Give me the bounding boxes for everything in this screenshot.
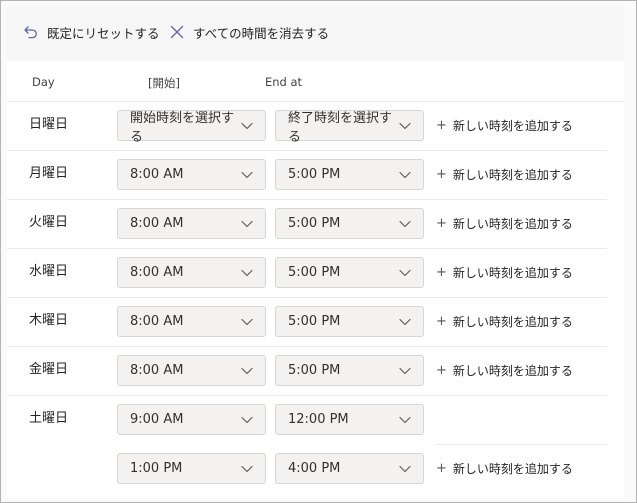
- end-time-dropdown[interactable]: 5:00 PM: [275, 208, 424, 239]
- add-time-button[interactable]: + 新しい時刻を追加する: [436, 311, 573, 331]
- start-time-dropdown[interactable]: 8:00 AM: [117, 355, 266, 386]
- chevron-down-icon: [241, 269, 253, 277]
- end-time-value: 5:00 PM: [288, 216, 341, 231]
- row-separator: [7, 395, 607, 396]
- add-time-button[interactable]: + 新しい時刻を追加する: [436, 164, 573, 184]
- chevron-down-icon: [399, 269, 411, 277]
- row-separator: [7, 101, 624, 102]
- end-time-dropdown[interactable]: 5:00 PM: [275, 257, 424, 288]
- plus-icon: +: [436, 264, 447, 280]
- add-time-button[interactable]: + 新しい時刻を追加する: [436, 458, 573, 478]
- end-time-dropdown[interactable]: 5:00 PM: [275, 355, 424, 386]
- day-column-header: Day: [32, 75, 55, 89]
- schedule-panel: 既定にリセットする すべての時間を消去する Day [開始] End at 日曜…: [0, 0, 637, 503]
- start-time-dropdown[interactable]: 8:00 AM: [117, 257, 266, 288]
- day-label: 月曜日: [29, 166, 69, 181]
- start-time-dropdown[interactable]: 8:00 AM: [117, 208, 266, 239]
- chevron-down-icon: [241, 416, 253, 424]
- plus-icon: +: [436, 313, 447, 329]
- chevron-down-icon: [241, 465, 253, 473]
- undo-icon: [23, 24, 39, 40]
- chevron-down-icon: [399, 416, 411, 424]
- plus-icon: +: [436, 215, 447, 231]
- day-label: 火曜日: [29, 215, 69, 230]
- chevron-down-icon: [241, 220, 253, 228]
- end-time-dropdown[interactable]: 4:00 PM: [275, 453, 424, 484]
- end-time-value: 5:00 PM: [288, 314, 341, 329]
- chevron-down-icon: [399, 220, 411, 228]
- chevron-down-icon: [241, 367, 253, 375]
- reset-button[interactable]: 既定にリセットする: [23, 17, 160, 47]
- start-time-dropdown[interactable]: 8:00 AM: [117, 306, 266, 337]
- add-time-label: 新しい時刻を追加する: [452, 314, 573, 329]
- plus-icon: +: [436, 117, 447, 133]
- plus-icon: +: [436, 460, 447, 476]
- start-time-value: 8:00 AM: [130, 265, 184, 280]
- start-time-value: 開始時刻を選択する: [130, 110, 235, 145]
- end-time-dropdown[interactable]: 12:00 PM: [275, 404, 424, 435]
- row-separator: [7, 150, 607, 151]
- end-column-header: End at: [265, 75, 303, 89]
- start-time-value: 8:00 AM: [130, 216, 184, 231]
- end-time-value: 終了時刻を選択する: [288, 110, 393, 145]
- toolbar: 既定にリセットする すべての時間を消去する: [7, 7, 624, 62]
- chevron-down-icon: [241, 171, 253, 179]
- start-column-header: [開始]: [148, 76, 180, 90]
- row-separator: [7, 297, 607, 298]
- start-time-value: 8:00 AM: [130, 363, 184, 378]
- day-label: 土曜日: [29, 411, 69, 426]
- add-time-label: 新しい時刻を追加する: [452, 461, 573, 476]
- start-time-value: 8:00 AM: [130, 314, 184, 329]
- chevron-down-icon: [399, 367, 411, 375]
- end-time-value: 12:00 PM: [288, 412, 349, 427]
- day-label: 水曜日: [29, 264, 69, 279]
- day-label: 金曜日: [29, 362, 69, 377]
- start-time-value: 1:00 PM: [130, 461, 183, 476]
- end-time-dropdown[interactable]: 5:00 PM: [275, 159, 424, 190]
- chevron-down-icon: [399, 465, 411, 473]
- end-time-dropdown[interactable]: 終了時刻を選択する: [275, 110, 424, 145]
- add-time-button[interactable]: + 新しい時刻を追加する: [436, 213, 573, 233]
- row-separator: [7, 199, 607, 200]
- start-time-dropdown[interactable]: 8:00 AM: [117, 159, 266, 190]
- chevron-down-icon: [399, 171, 411, 179]
- slot-separator: [436, 444, 607, 445]
- plus-icon: +: [436, 362, 447, 378]
- clear-all-button[interactable]: すべての時間を消去する: [169, 17, 329, 47]
- start-time-value: 9:00 AM: [130, 412, 184, 427]
- add-time-label: 新しい時刻を追加する: [452, 167, 573, 182]
- add-time-button[interactable]: + 新しい時刻を追加する: [436, 115, 573, 135]
- end-time-value: 5:00 PM: [288, 363, 341, 378]
- row-separator: [7, 248, 607, 249]
- add-time-label: 新しい時刻を追加する: [452, 363, 573, 378]
- chevron-down-icon: [241, 318, 253, 326]
- add-time-label: 新しい時刻を追加する: [452, 118, 573, 133]
- plus-icon: +: [436, 166, 447, 182]
- add-time-label: 新しい時刻を追加する: [452, 265, 573, 280]
- start-time-dropdown[interactable]: 1:00 PM: [117, 453, 266, 484]
- start-time-dropdown[interactable]: 開始時刻を選択する: [117, 110, 266, 145]
- reset-label: 既定にリセットする: [47, 25, 160, 41]
- start-time-dropdown[interactable]: 9:00 AM: [117, 404, 266, 435]
- end-time-value: 4:00 PM: [288, 461, 341, 476]
- add-time-button[interactable]: + 新しい時刻を追加する: [436, 360, 573, 380]
- end-time-value: 5:00 PM: [288, 265, 341, 280]
- day-label: 木曜日: [29, 313, 69, 328]
- day-label: 日曜日: [29, 117, 69, 132]
- clear-label: すべての時間を消去する: [193, 25, 330, 41]
- end-time-dropdown[interactable]: 5:00 PM: [275, 306, 424, 337]
- row-separator: [7, 346, 607, 347]
- schedule-table: Day [開始] End at 日曜日 開始時刻を選択する 終了時刻を選択する + 新し…: [7, 61, 624, 497]
- chevron-down-icon: [399, 122, 411, 130]
- add-time-label: 新しい時刻を追加する: [452, 216, 573, 231]
- chevron-down-icon: [241, 122, 253, 130]
- add-time-button[interactable]: + 新しい時刻を追加する: [436, 262, 573, 282]
- start-time-value: 8:00 AM: [130, 167, 184, 182]
- end-time-value: 5:00 PM: [288, 167, 341, 182]
- close-icon: [169, 24, 185, 40]
- chevron-down-icon: [399, 318, 411, 326]
